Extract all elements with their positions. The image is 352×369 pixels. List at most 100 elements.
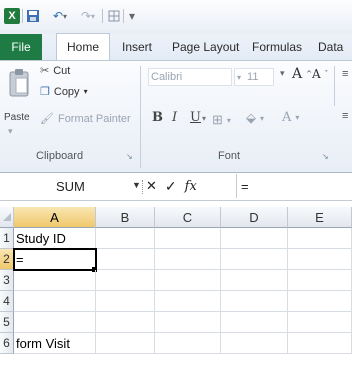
cell-c5[interactable]: [155, 312, 221, 333]
cell-b3[interactable]: [96, 270, 155, 291]
redo-icon: ↷: [80, 9, 92, 23]
column-header-b[interactable]: B: [96, 207, 155, 228]
format-painter-button[interactable]: 🖌 Format Painter: [40, 112, 131, 126]
tab-insert[interactable]: Insert: [122, 34, 152, 60]
cut-label: Cut: [53, 64, 71, 77]
group-divider: [140, 66, 141, 168]
insert-function-button[interactable]: fx: [185, 179, 197, 194]
cell-b4[interactable]: [96, 291, 155, 312]
row-header-1[interactable]: 1: [0, 228, 14, 249]
quick-access-toolbar: X ↶ ▾ ↷ ▾ ▾: [0, 0, 352, 35]
cell-c6[interactable]: [155, 333, 221, 354]
borders-button[interactable]: ⊞ ▾: [212, 112, 231, 128]
quick-print-button[interactable]: [106, 8, 122, 24]
cell-d3[interactable]: [221, 270, 288, 291]
cell-d1[interactable]: [221, 228, 288, 249]
paste-button[interactable]: [8, 68, 30, 98]
undo-button[interactable]: ↶ ▾: [48, 8, 72, 24]
cell-a3[interactable]: [14, 270, 96, 291]
font-color-icon: A: [282, 110, 292, 125]
cell-b5[interactable]: [96, 312, 155, 333]
cell-d2[interactable]: [221, 249, 288, 270]
redo-button[interactable]: ↷ ▾: [76, 8, 100, 24]
row-header-4[interactable]: 4: [0, 291, 14, 312]
tab-home[interactable]: Home: [56, 33, 110, 60]
tab-file[interactable]: File: [0, 34, 42, 60]
dialog-launcher-icon[interactable]: ↘: [322, 152, 329, 161]
cell-a4[interactable]: [14, 291, 96, 312]
row-header-6[interactable]: 6: [0, 333, 14, 354]
cell-e6[interactable]: [288, 333, 352, 354]
row-header-2[interactable]: 2: [0, 249, 14, 270]
save-button[interactable]: [26, 8, 40, 24]
save-icon: [27, 10, 39, 22]
font-color-button[interactable]: A ▾: [282, 110, 299, 125]
column-header-e[interactable]: E: [288, 207, 352, 228]
cell-d6[interactable]: [221, 333, 288, 354]
grow-font-button[interactable]: A ^: [292, 66, 312, 82]
chevron-down-icon: ▾: [83, 87, 88, 96]
cell-e1[interactable]: [288, 228, 352, 249]
chevron-down-icon: ▾: [63, 11, 68, 21]
customize-toolbar-button[interactable]: ▾: [126, 8, 138, 24]
cell-a1[interactable]: Study ID: [14, 228, 96, 249]
cell-d4[interactable]: [221, 291, 288, 312]
cell-e4[interactable]: [288, 291, 352, 312]
grow-font-icon: A: [292, 66, 303, 82]
font-name-select[interactable]: Calibri: [148, 68, 232, 86]
chevron-down-icon: ▾: [91, 11, 96, 21]
paint-bucket-icon: ⬙: [246, 110, 256, 125]
copy-button[interactable]: ❐ Copy ▾: [40, 85, 88, 99]
toolbar-divider: [123, 9, 124, 23]
paste-dropdown-icon[interactable]: ▾: [8, 126, 13, 137]
cell-e3[interactable]: [288, 270, 352, 291]
align-left-button[interactable]: ≡: [342, 110, 348, 122]
cell-c3[interactable]: [155, 270, 221, 291]
cell-b2[interactable]: [96, 249, 155, 270]
align-top-button[interactable]: ≡: [342, 68, 348, 80]
cell-b6[interactable]: [96, 333, 155, 354]
tab-formulas[interactable]: Formulas: [252, 34, 302, 60]
enter-entry-button[interactable]: ✓: [165, 178, 177, 195]
cut-button[interactable]: ✂ Cut: [40, 64, 71, 78]
fill-color-button[interactable]: ⬙ ▾: [246, 110, 264, 126]
underline-button[interactable]: U: [190, 110, 201, 125]
cell-a5[interactable]: [14, 312, 96, 333]
row-header-3[interactable]: 3: [0, 270, 14, 291]
dialog-launcher-icon[interactable]: ↘: [126, 152, 133, 161]
chevron-down-icon: ▾: [295, 113, 300, 122]
cell-c2[interactable]: [155, 249, 221, 270]
column-header-d[interactable]: D: [221, 207, 288, 228]
name-box[interactable]: SUM: [4, 177, 122, 196]
row-header-5[interactable]: 5: [0, 312, 14, 333]
cancel-entry-button[interactable]: ✕: [146, 178, 157, 194]
font-size-dropdown[interactable]: ▾: [280, 68, 285, 79]
cell-e5[interactable]: [288, 312, 352, 333]
shrink-font-button[interactable]: Aˇ: [312, 67, 328, 81]
chevron-down-icon[interactable]: ▼: [132, 180, 141, 190]
underline-dropdown[interactable]: ▾: [202, 114, 206, 123]
copy-icon: ❐: [40, 86, 50, 98]
cell-a2[interactable]: =: [13, 248, 97, 271]
font-size-select[interactable]: ▾ 11: [234, 68, 274, 86]
chevron-down-icon: ▾: [280, 68, 285, 78]
select-all-button[interactable]: [0, 207, 14, 228]
bold-button[interactable]: B: [152, 110, 163, 125]
chevron-down-icon: ▾: [226, 115, 231, 125]
formula-input[interactable]: =: [236, 174, 350, 198]
format-painter-label: Format Painter: [57, 112, 131, 125]
tab-data[interactable]: Data: [318, 34, 343, 60]
cell-b1[interactable]: [96, 228, 155, 249]
italic-button[interactable]: I: [172, 110, 177, 125]
cell-c4[interactable]: [155, 291, 221, 312]
cell-c1[interactable]: [155, 228, 221, 249]
toolbar-divider: [102, 9, 103, 23]
undo-icon: ↶: [52, 9, 64, 23]
tab-page-layout[interactable]: Page Layout: [172, 34, 239, 60]
column-header-c[interactable]: C: [155, 207, 221, 228]
cell-d5[interactable]: [221, 312, 288, 333]
cell-a6[interactable]: form Visit: [14, 333, 96, 354]
font-group-label: Font: [218, 150, 241, 162]
cell-e2[interactable]: [288, 249, 352, 270]
column-header-a[interactable]: A: [14, 207, 96, 228]
